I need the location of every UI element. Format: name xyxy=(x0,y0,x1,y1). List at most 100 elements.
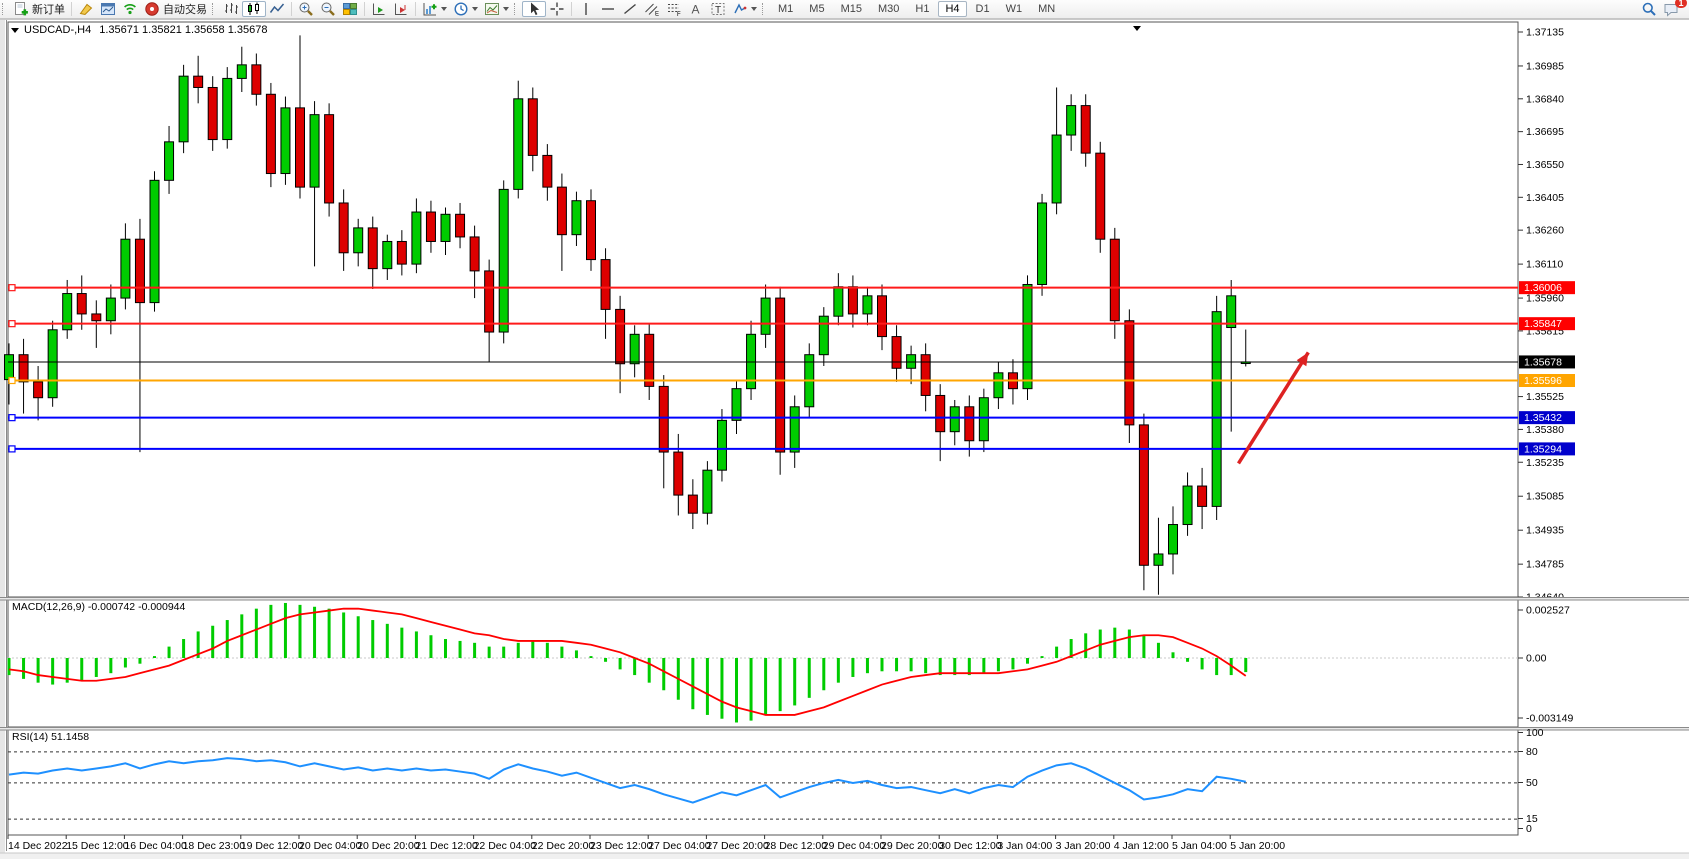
new-order-icon xyxy=(13,1,29,17)
candle-body xyxy=(179,76,188,142)
candle-body xyxy=(674,452,683,495)
chart-title[interactable]: USDCAD-,H4 1.35671 1.35821 1.35658 1.356… xyxy=(11,24,267,36)
toolbar-grip[interactable] xyxy=(514,3,519,15)
zoom-in-button[interactable] xyxy=(295,1,317,17)
tile-windows-button[interactable] xyxy=(339,1,361,17)
indicators-button[interactable] xyxy=(419,1,450,17)
candle-body xyxy=(150,180,159,302)
candle-body xyxy=(1052,135,1061,203)
chart-shift-button[interactable] xyxy=(390,1,412,17)
timeframe-button-w1[interactable]: W1 xyxy=(999,1,1030,17)
candle-body xyxy=(456,214,465,237)
chart-line-icon xyxy=(269,1,285,17)
svg-text:16 Dec 04:00: 16 Dec 04:00 xyxy=(124,840,187,852)
chart-bars-icon xyxy=(223,1,239,17)
timeframe-button-m15[interactable]: M15 xyxy=(834,1,869,17)
line-handle xyxy=(9,415,15,421)
zoom-in-icon xyxy=(298,1,314,17)
candle-body xyxy=(572,201,581,235)
shapes-icon xyxy=(732,1,748,17)
timeframe-button-m30[interactable]: M30 xyxy=(871,1,906,17)
fibonacci-tool-button[interactable]: F xyxy=(663,1,685,17)
chart-candles-button[interactable] xyxy=(242,1,266,17)
horizontal-line-tool-button[interactable] xyxy=(597,1,619,17)
chart-bars-button[interactable] xyxy=(220,1,242,17)
shapes-tool-button[interactable] xyxy=(729,1,760,17)
svg-text:4 Jan 12:00: 4 Jan 12:00 xyxy=(1114,840,1169,852)
periods-button[interactable] xyxy=(450,1,481,17)
toolbar-grip[interactable] xyxy=(2,3,7,15)
autotrading-label: 自动交易 xyxy=(163,1,207,17)
candle-body xyxy=(645,334,654,386)
chart-canvas[interactable]: 1.371351.369851.368401.366951.365501.364… xyxy=(0,0,1689,859)
timeframe-button-m5[interactable]: M5 xyxy=(802,1,831,17)
templates-button[interactable] xyxy=(481,1,512,17)
new-order-button[interactable]: 新订单 xyxy=(10,1,68,17)
notification-badge: 1 xyxy=(1675,0,1687,8)
candle-body xyxy=(296,108,305,187)
svg-text:0: 0 xyxy=(1526,823,1532,835)
svg-text:15 Dec 12:00: 15 Dec 12:00 xyxy=(66,840,129,852)
candle-body xyxy=(688,495,697,513)
candle-body xyxy=(426,212,435,241)
candle-body xyxy=(514,99,523,190)
chart-ohlc-values: 1.35671 1.35821 1.35658 1.35678 xyxy=(99,24,267,36)
trendline-tool-button[interactable] xyxy=(619,1,641,17)
candle-body xyxy=(979,398,988,441)
periods-icon xyxy=(453,1,469,17)
svg-text:1.36405: 1.36405 xyxy=(1526,192,1564,204)
toolbar-separator xyxy=(364,2,365,16)
candle-body xyxy=(1139,425,1148,565)
svg-text:22 Dec 04:00: 22 Dec 04:00 xyxy=(474,840,537,852)
vertical-line-tool-button[interactable] xyxy=(575,1,597,17)
cursor-icon xyxy=(526,1,542,17)
chart-candles-icon xyxy=(246,1,262,17)
svg-text:30 Dec 12:00: 30 Dec 12:00 xyxy=(939,840,1002,852)
signals-button[interactable] xyxy=(119,1,141,17)
candle-body xyxy=(165,142,174,180)
svg-text:27 Dec 04:00: 27 Dec 04:00 xyxy=(648,840,711,852)
chart-line-button[interactable] xyxy=(266,1,288,17)
search-button[interactable] xyxy=(1638,1,1660,17)
svg-text:19 Dec 12:00: 19 Dec 12:00 xyxy=(241,840,304,852)
timeframe-button-mn[interactable]: MN xyxy=(1031,1,1062,17)
label-tool-button[interactable]: T xyxy=(707,1,729,17)
timeframe-button-m1[interactable]: M1 xyxy=(771,1,800,17)
toolbar-grip[interactable] xyxy=(762,3,767,15)
svg-text:1.35085: 1.35085 xyxy=(1526,491,1564,503)
timeframe-button-d1[interactable]: D1 xyxy=(969,1,997,17)
chat-button[interactable]: 1 xyxy=(1660,1,1683,17)
new-order-label: 新订单 xyxy=(32,1,65,17)
candle-body xyxy=(92,314,101,321)
crosshair-tool-button[interactable] xyxy=(546,1,568,17)
highlighter-button[interactable] xyxy=(75,1,97,17)
timeframe-button-h4[interactable]: H4 xyxy=(938,1,966,17)
text-tool-button[interactable]: A xyxy=(685,1,707,17)
candle-body xyxy=(587,201,596,260)
svg-text:1.36550: 1.36550 xyxy=(1526,159,1564,171)
signals-icon xyxy=(122,1,138,17)
svg-text:22 Dec 20:00: 22 Dec 20:00 xyxy=(532,840,595,852)
candle-body xyxy=(848,287,857,314)
svg-text:1.36260: 1.36260 xyxy=(1526,225,1564,237)
cursor-tool-button[interactable] xyxy=(522,1,546,17)
toolbar-separator xyxy=(291,2,292,16)
toolbar-separator xyxy=(415,2,416,16)
zoom-out-icon xyxy=(320,1,336,17)
svg-text:1.36006: 1.36006 xyxy=(1524,282,1562,294)
timeframe-button-h1[interactable]: H1 xyxy=(908,1,936,17)
autotrading-button[interactable]: 自动交易 xyxy=(141,1,210,17)
candle-body xyxy=(310,115,319,187)
candle-body xyxy=(5,355,14,380)
candle-body xyxy=(281,108,290,174)
history-center-button[interactable] xyxy=(97,1,119,17)
svg-text:1.37135: 1.37135 xyxy=(1526,27,1564,39)
svg-text:1.36985: 1.36985 xyxy=(1526,60,1564,72)
candle-body xyxy=(732,389,741,421)
zoom-out-button[interactable] xyxy=(317,1,339,17)
channel-tool-button[interactable]: E xyxy=(641,1,663,17)
toolbar-grip[interactable] xyxy=(212,3,217,15)
line-handle xyxy=(9,285,15,291)
candle-body xyxy=(1023,284,1032,388)
auto-scroll-button[interactable] xyxy=(368,1,390,17)
